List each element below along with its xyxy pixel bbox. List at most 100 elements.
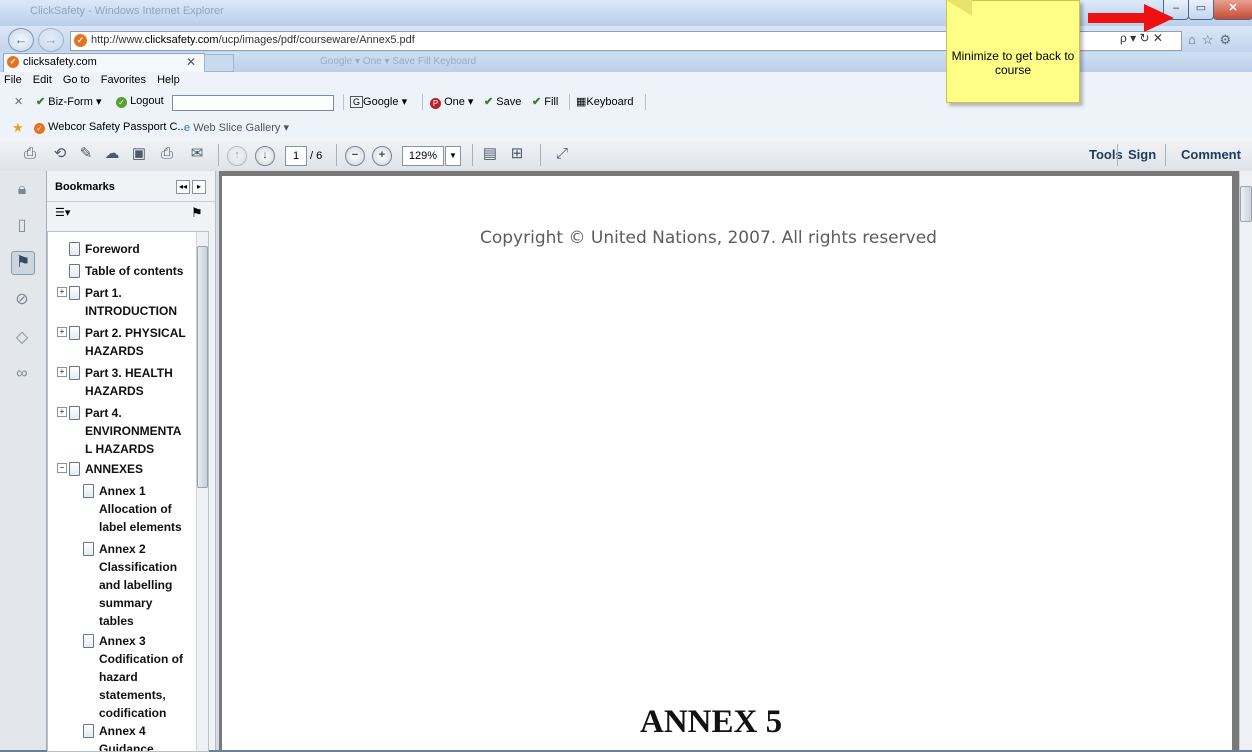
address-controls[interactable]: ρ ▾ ↻ ✕ (1120, 31, 1163, 45)
fit-width-icon[interactable]: ⊞ (507, 144, 527, 164)
bookmark-part-1[interactable]: + Part 1. INTRODUCTION (57, 284, 177, 320)
fit-page-icon[interactable]: ▤ (480, 144, 500, 164)
bookmark-part-3[interactable]: + Part 3. HEALTH HAZARDS (57, 364, 173, 400)
new-tab-button[interactable] (204, 54, 234, 72)
browser-tab[interactable]: ✓ clicksafety.com ✕ (3, 53, 205, 72)
collapse-panel-icon[interactable]: ◂◂ (176, 180, 190, 194)
options-icon[interactable]: ☰▾ (55, 206, 70, 219)
bookmark-annex-2[interactable]: Annex 2 Classification and labelling summar… (83, 540, 177, 630)
bookmark-annex-1[interactable]: Annex 1 Allocation of label elements (83, 482, 182, 536)
web-slice-label: Web Slice Gallery ▾ (193, 122, 289, 134)
save-icon[interactable]: ▣ (129, 144, 149, 164)
up-arrow-icon: ↑ (234, 149, 240, 161)
toolbar-separator (218, 144, 219, 166)
bookmark-icon (69, 462, 80, 476)
attachments-icon[interactable]: ⊘ (11, 289, 33, 311)
fill-button[interactable]: ✔ Fill (532, 95, 558, 108)
document-scrollbar[interactable] (1239, 171, 1252, 750)
bookmark-annexes[interactable]: − ANNEXES (57, 460, 144, 478)
expand-icon[interactable]: + (57, 367, 67, 377)
edit-icon[interactable]: ✎ (76, 144, 96, 164)
comment-button[interactable]: Comment (1181, 147, 1241, 162)
bookmark-annex-4[interactable]: Annex 4 Guidance (83, 722, 154, 751)
toolbar-search-input[interactable] (172, 95, 334, 111)
next-page-button[interactable]: ↓ (255, 146, 275, 166)
sign-button[interactable]: Sign (1128, 147, 1156, 162)
url-domain: clicksafety.com (144, 34, 219, 46)
bizform-button[interactable]: ✔ Biz-Form ▾ (36, 95, 101, 108)
save-button[interactable]: ✔ Save (484, 95, 521, 108)
email-icon[interactable]: ✉ (187, 144, 207, 164)
layers-icon[interactable]: ◇ (11, 327, 33, 349)
new-bookmark-icon[interactable]: ⚑ (191, 205, 203, 221)
toolbar-separator (343, 94, 344, 110)
bookmark-part-4[interactable]: + Part 4. ENVIRONMENTA L HAZARDS (57, 404, 181, 458)
sticky-note: Minimize to get back to course (946, 0, 1080, 103)
bookmark-label: statements, (99, 688, 166, 702)
bookmarks-scroll-thumb[interactable] (197, 246, 208, 488)
full-screen-icon[interactable]: ⤢ (552, 144, 572, 164)
zoom-out-button[interactable]: − (345, 146, 365, 166)
bookmarks-icon[interactable]: ⚑ (11, 251, 35, 275)
menu-favorites[interactable]: Favorites (97, 72, 150, 88)
expand-panel-icon[interactable]: ▸ (192, 180, 206, 194)
sticky-fold (946, 0, 972, 16)
checkmark-icon: ✔ (484, 96, 494, 108)
close-window-button[interactable]: ✕ (1213, 0, 1252, 20)
expand-icon[interactable]: + (57, 407, 67, 417)
print-icon[interactable]: ⎙ (157, 144, 177, 164)
google-button[interactable]: G Google ▾ (350, 95, 407, 108)
bookmark-annex-3[interactable]: Annex 3 Codification of hazard statements, c… (83, 632, 183, 722)
bookmark-icon (69, 406, 80, 420)
bookmark-foreword[interactable]: Foreword (69, 240, 140, 258)
annex-heading: ANNEX 5 (640, 704, 783, 740)
zoom-in-button[interactable]: + (372, 146, 392, 166)
favorites-star-icon[interactable]: ★ (12, 120, 24, 136)
logout-button[interactable]: ✓ Logout (116, 95, 164, 108)
web-slice-gallery[interactable]: e Web Slice Gallery ▾ (184, 121, 289, 134)
bookmark-part-2[interactable]: + Part 2. PHYSICAL HAZARDS (57, 324, 186, 360)
maximize-button[interactable]: ▭ (1188, 0, 1214, 20)
navigation-rail: 🔒︎ ▯ ⚑ ⊘ ◇ ∞ (0, 171, 47, 750)
toolbar-separator (569, 94, 570, 110)
previous-page-button[interactable]: ↑ (227, 146, 247, 166)
bookmark-label: ANNEXES (85, 462, 144, 476)
upload-icon[interactable]: ☁ (102, 144, 122, 164)
forward-button[interactable]: → (38, 28, 64, 52)
plus-icon: + (378, 149, 386, 161)
expand-icon[interactable]: + (57, 327, 67, 337)
create-pdf-icon[interactable]: ⎙ (20, 144, 40, 164)
bookmark-table-of-contents[interactable]: Table of contents (69, 262, 183, 280)
favorite-webcor[interactable]: ✓ Webcor Safety Passport C... (34, 121, 187, 134)
bookmark-label: Annex 1 (99, 484, 146, 498)
zoom-level-input[interactable]: 129% (402, 146, 444, 166)
page-thumbnails-icon[interactable]: ▯ (11, 215, 33, 237)
menu-help[interactable]: Help (153, 72, 184, 88)
forward-arrow-icon: → (44, 32, 58, 47)
one-button[interactable]: P One ▾ (430, 95, 473, 109)
collapse-icon[interactable]: − (57, 463, 67, 473)
home-favorites-tools-icons[interactable]: ⌂☆⚙ (1188, 32, 1237, 48)
bookmark-label: Annex 4 (99, 724, 146, 738)
address-url[interactable]: http://www.clicksafety.com/ucp/images/pd… (91, 34, 415, 46)
bookmark-icon (69, 366, 80, 380)
page-number-input[interactable]: 1 (285, 146, 307, 166)
menu-edit[interactable]: Edit (29, 72, 56, 88)
lock-icon[interactable]: 🔒︎ (11, 179, 33, 201)
tab-close-icon[interactable]: ✕ (186, 55, 196, 69)
expand-icon[interactable]: + (57, 287, 67, 297)
copyright-notice: Copyright © United Nations, 2007. All ri… (480, 228, 937, 248)
zoom-dropdown-button[interactable]: ▼ (445, 146, 461, 166)
toolbar-separator (540, 144, 541, 166)
one-label: One ▾ (444, 96, 474, 108)
toolbar-separator (336, 144, 337, 166)
menu-file[interactable]: File (0, 72, 26, 88)
menu-goto[interactable]: Go to (59, 72, 94, 88)
search-binoculars-icon[interactable]: ∞ (11, 363, 33, 385)
bookmark-icon (69, 242, 80, 256)
keyboard-button[interactable]: ▦Keyboard (576, 95, 634, 108)
toolbar-close-icon[interactable]: ✕ (14, 95, 23, 108)
back-button[interactable]: ← (8, 28, 34, 52)
document-scroll-thumb[interactable] (1240, 186, 1252, 222)
share-icon[interactable]: ⟲ (50, 144, 70, 164)
